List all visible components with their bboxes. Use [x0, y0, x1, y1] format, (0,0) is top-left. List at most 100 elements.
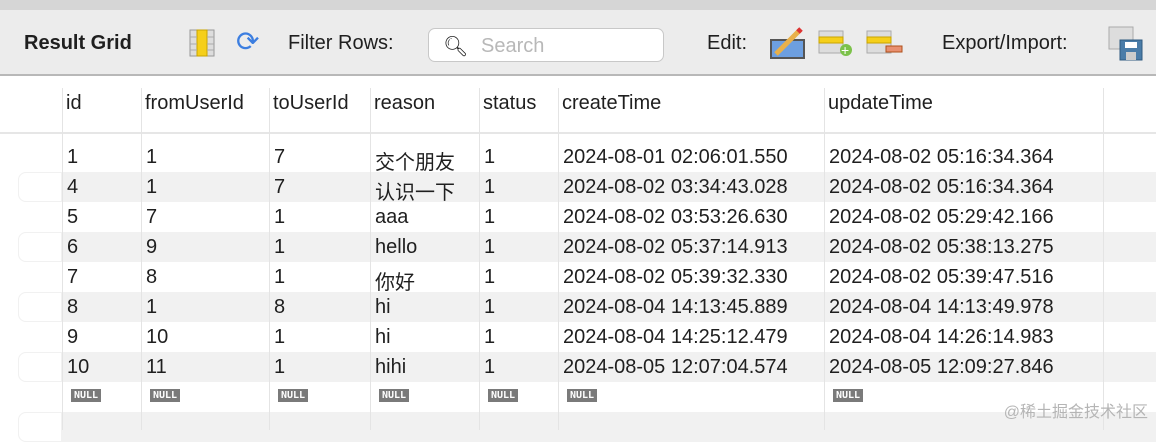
cell-toUserId[interactable]: 7: [274, 176, 285, 199]
null-badge[interactable]: NULL: [71, 389, 102, 402]
table-row[interactable]: [18, 412, 1156, 442]
row-header[interactable]: [18, 292, 62, 322]
cell-updateTime[interactable]: 2024-08-04 14:13:49.978: [829, 296, 1054, 319]
cell-createTime[interactable]: 2024-08-02 05:39:32.330: [563, 266, 788, 289]
cell-createTime[interactable]: 2024-08-01 02:06:01.550: [563, 146, 788, 169]
table-row[interactable]: 4 1 7 认识一下 1 2024-08-02 03:34:43.028 2024-08-0…: [18, 172, 1156, 205]
column-divider[interactable]: [558, 88, 559, 430]
cell-reason[interactable]: hi: [375, 296, 391, 319]
cell-toUserId[interactable]: 1: [274, 356, 285, 379]
cell-reason[interactable]: hi: [375, 326, 391, 349]
cell-status[interactable]: 1: [484, 356, 495, 379]
cell-status[interactable]: 1: [484, 206, 495, 229]
cell-status[interactable]: 1: [484, 326, 495, 349]
cell-fromUserId[interactable]: 8: [146, 266, 157, 289]
toggle-columns-icon[interactable]: [189, 28, 215, 64]
cell-id[interactable]: 7: [67, 266, 78, 289]
table-row[interactable]: 6 9 1 hello 1 2024-08-02 05:37:14.913 2024-08-…: [18, 232, 1156, 262]
cell-status[interactable]: 1: [484, 146, 495, 169]
cell-id[interactable]: 1: [67, 146, 78, 169]
cell-createTime[interactable]: 2024-08-02 05:37:14.913: [563, 236, 788, 259]
cell-fromUserId[interactable]: 9: [146, 236, 157, 259]
cell-fromUserId[interactable]: 1: [146, 296, 157, 319]
cell-updateTime[interactable]: 2024-08-02 05:16:34.364: [829, 176, 1054, 199]
cell-status[interactable]: 1: [484, 236, 495, 259]
column-divider[interactable]: [269, 88, 270, 430]
cell-id[interactable]: 5: [67, 206, 78, 229]
column-divider[interactable]: [141, 88, 142, 430]
cell-reason[interactable]: hello: [375, 236, 417, 259]
cell-reason[interactable]: 你好: [375, 266, 415, 295]
export-save-icon[interactable]: [1108, 26, 1144, 68]
cell-status[interactable]: 1: [484, 176, 495, 199]
cell-toUserId[interactable]: 7: [274, 146, 285, 169]
cell-reason[interactable]: aaa: [375, 206, 408, 229]
cell-id[interactable]: 4: [67, 176, 78, 199]
cell-fromUserId[interactable]: 1: [146, 176, 157, 199]
cell-updateTime[interactable]: 2024-08-05 12:09:27.846: [829, 356, 1054, 379]
column-divider[interactable]: [370, 88, 371, 430]
cell-toUserId[interactable]: 1: [274, 206, 285, 229]
cell-reason[interactable]: hihi: [375, 356, 406, 379]
cell-updateTime[interactable]: 2024-08-04 14:26:14.983: [829, 326, 1054, 349]
column-divider[interactable]: [1103, 88, 1104, 430]
row-header[interactable]: [18, 352, 62, 382]
cell-reason[interactable]: 交个朋友: [375, 146, 455, 175]
null-badge[interactable]: NULL: [278, 389, 309, 402]
row-header[interactable]: [18, 202, 62, 232]
table-row[interactable]: 9 10 1 hi 1 2024-08-04 14:25:12.479 2024-08-04…: [18, 322, 1156, 352]
table-row[interactable]: 7 8 1 你好 1 2024-08-02 05:39:32.330 2024-08-02 …: [18, 262, 1156, 295]
null-badge[interactable]: NULL: [488, 389, 519, 402]
cell-fromUserId[interactable]: 10: [146, 326, 168, 349]
cell-createTime[interactable]: 2024-08-02 03:53:26.630: [563, 206, 788, 229]
row-header[interactable]: [18, 412, 62, 442]
cell-id[interactable]: 9: [67, 326, 78, 349]
cell-reason[interactable]: 认识一下: [375, 176, 455, 205]
cell-updateTime[interactable]: 2024-08-02 05:16:34.364: [829, 146, 1054, 169]
cell-status[interactable]: 1: [484, 296, 495, 319]
cell-toUserId[interactable]: 1: [274, 266, 285, 289]
cell-fromUserId[interactable]: 1: [146, 146, 157, 169]
cell-fromUserId[interactable]: 11: [146, 356, 167, 379]
column-header-fromUserId[interactable]: fromUserId: [145, 92, 244, 115]
cell-status[interactable]: 1: [484, 266, 495, 289]
cell-updateTime[interactable]: 2024-08-02 05:38:13.275: [829, 236, 1054, 259]
cell-updateTime[interactable]: 2024-08-02 05:39:47.516: [829, 266, 1054, 289]
cell-id[interactable]: 6: [67, 236, 78, 259]
cell-id[interactable]: 8: [67, 296, 78, 319]
table-row[interactable]: 5 7 1 aaa 1 2024-08-02 03:53:26.630 2024-08-02…: [18, 202, 1156, 232]
cell-toUserId[interactable]: 8: [274, 296, 285, 319]
row-header[interactable]: [18, 232, 62, 262]
null-badge[interactable]: NULL: [150, 389, 181, 402]
cell-id[interactable]: 10: [67, 356, 89, 379]
row-header[interactable]: [18, 382, 62, 412]
column-header-status[interactable]: status: [483, 92, 536, 115]
add-row-icon[interactable]: +: [818, 28, 854, 64]
row-header[interactable]: [18, 322, 62, 352]
cell-toUserId[interactable]: 1: [274, 326, 285, 349]
row-header[interactable]: [18, 142, 62, 172]
cell-fromUserId[interactable]: 7: [146, 206, 157, 229]
column-header-reason[interactable]: reason: [374, 92, 435, 115]
null-badge[interactable]: NULL: [567, 389, 598, 402]
table-row[interactable]: 1 1 7 交个朋友 1 2024-08-01 02:06:01.550 2024-08-0…: [18, 142, 1156, 175]
cell-createTime[interactable]: 2024-08-04 14:25:12.479: [563, 326, 788, 349]
cell-toUserId[interactable]: 1: [274, 236, 285, 259]
search-input[interactable]: 🔍︎ Search: [428, 28, 664, 62]
edit-pencil-icon[interactable]: [770, 26, 806, 66]
column-header-id[interactable]: id: [66, 92, 82, 115]
null-badge[interactable]: NULL: [833, 389, 864, 402]
delete-row-icon[interactable]: [866, 28, 904, 64]
column-header-toUserId[interactable]: toUserId: [273, 92, 349, 115]
row-header[interactable]: [18, 262, 62, 292]
column-divider[interactable]: [62, 88, 63, 430]
cell-createTime[interactable]: 2024-08-04 14:13:45.889: [563, 296, 788, 319]
cell-updateTime[interactable]: 2024-08-02 05:29:42.166: [829, 206, 1054, 229]
column-divider[interactable]: [824, 88, 825, 430]
table-row[interactable]: NULL NULL NULL NULL NULL NULL NULL: [18, 382, 1156, 412]
table-row[interactable]: 10 11 1 hihi 1 2024-08-05 12:07:04.574 2024-08…: [18, 352, 1156, 382]
cell-createTime[interactable]: 2024-08-02 03:34:43.028: [563, 176, 788, 199]
column-header-updateTime[interactable]: updateTime: [828, 92, 933, 115]
refresh-icon[interactable]: ⟳: [236, 28, 259, 56]
column-divider[interactable]: [479, 88, 480, 430]
